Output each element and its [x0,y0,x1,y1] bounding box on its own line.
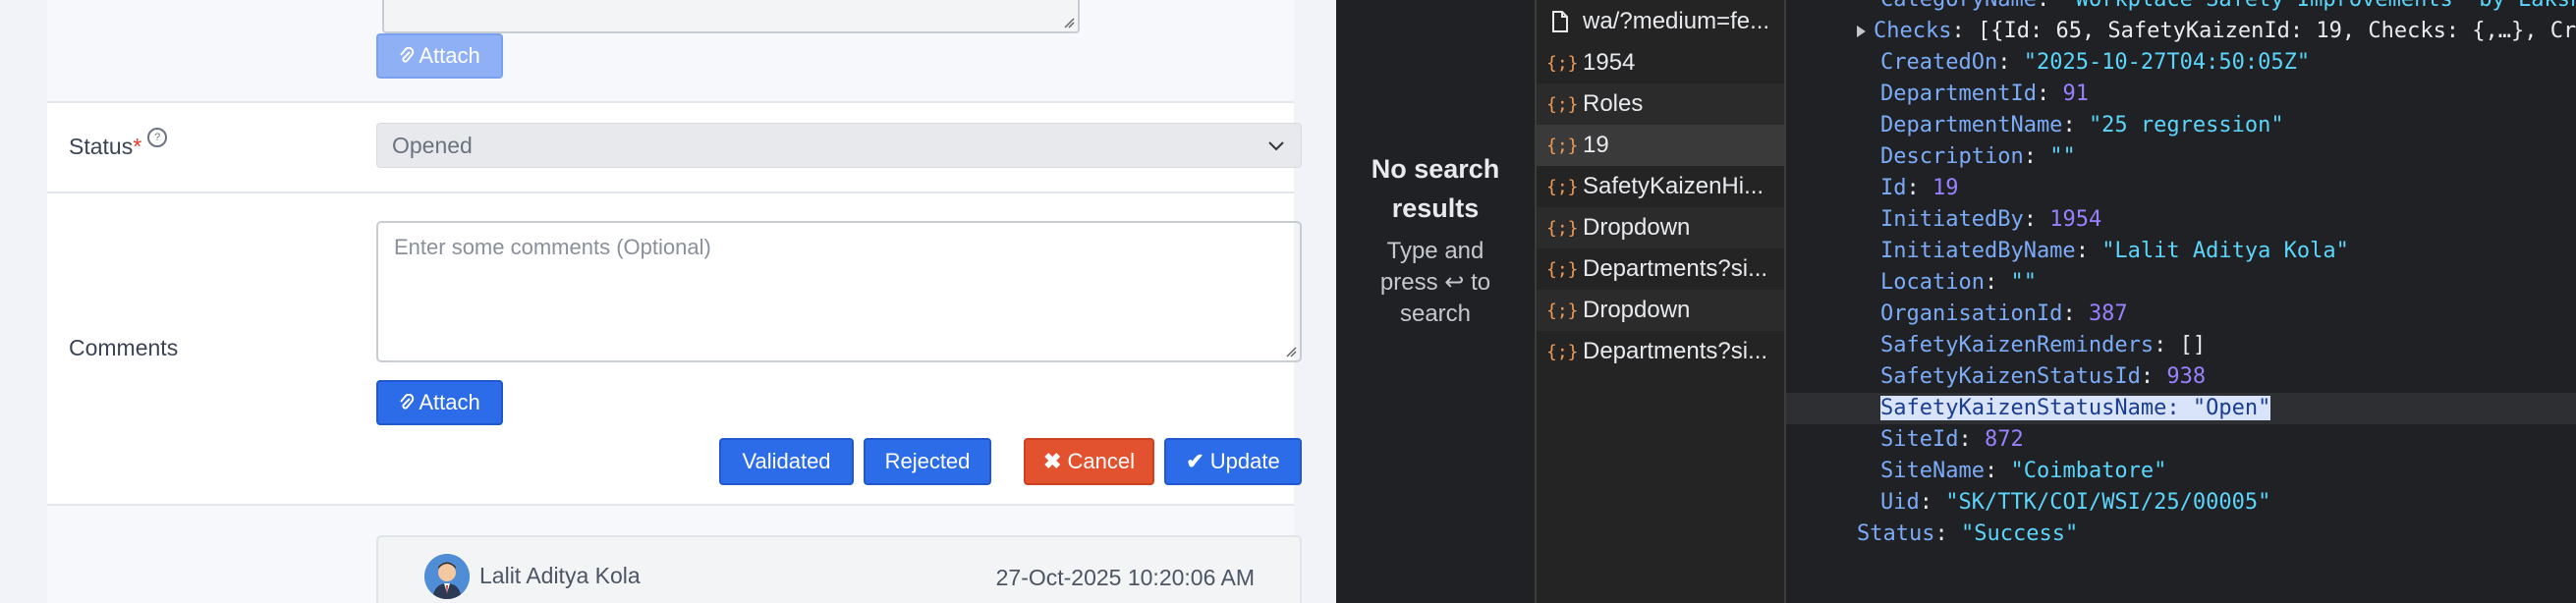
resize-grip-icon[interactable] [1063,17,1075,28]
comments-label: Comments [69,335,179,360]
json-line-checks[interactable]: Checks: [{Id: 65, SafetyKaizenId: 19, Ch… [1857,16,2576,47]
json-line: SafetyKaizenStatusId: 938 [1880,364,2207,389]
attach-label: Attach [419,390,480,414]
json-line: InitiatedBy: 1954 [1880,207,2102,232]
json-line: OrganisationId: 387 [1880,302,2128,326]
comment-card: Lalit Aditya Kola 27-Oct-2025 10:20:06 A… [376,535,1302,603]
json-line: DepartmentName: "25 regression" [1880,113,2284,137]
json-line: Location: "" [1880,270,2037,295]
avatar [424,554,470,599]
request-item-selected[interactable]: {;} 19 [1537,125,1784,166]
json-icon: {;} [1546,52,1579,74]
json-icon: {;} [1546,341,1579,362]
rejected-button[interactable]: Rejected [864,438,991,485]
json-line: CategoryName: "Workplace Safety Improvem… [1880,0,2576,16]
json-line: Id: 19 [1880,176,1959,200]
validated-button[interactable]: Validated [719,438,854,485]
request-item[interactable]: {;} Departments?si... [1537,248,1784,290]
attachment-section: Attach [47,0,1294,101]
json-line: SiteName: "Coimbatore" [1880,459,2167,483]
response-preview: CategoryName: "Workplace Safety Improvem… [1786,0,2576,603]
enter-key-icon: ↩ [1444,269,1465,296]
json-icon: {;} [1546,135,1579,156]
search-hint: Type and press ↩ to search [1379,238,1491,327]
json-line: Description: "" [1880,144,2076,169]
comment-timestamp: 27-Oct-2025 10:20:06 AM [995,565,1255,590]
required-mark: * [133,134,142,159]
update-label: Update [1209,449,1280,473]
resize-grip-icon[interactable] [1285,346,1297,357]
check-icon: ✔ [1186,449,1204,473]
request-item[interactable]: {;} SafetyKaizenHi... [1537,166,1784,207]
update-button[interactable]: ✔ Update [1164,438,1302,485]
divider [47,101,1294,103]
json-line: InitiatedByName: "Lalit Aditya Kola" [1880,239,2349,263]
json-line-status: Status: "Success" [1857,521,2079,546]
document-icon [1552,11,1568,32]
status-label: Status*? [69,128,168,160]
request-item[interactable]: {;} 1954 [1537,42,1784,83]
app-panel: Attach Status*? Opened Comments Enter so… [0,0,1336,603]
cancel-label: Cancel [1067,449,1135,473]
selected-text: SafetyKaizenStatusName: "Open" [1880,396,2271,420]
attach-button-disabled[interactable]: Attach [376,33,503,79]
request-item[interactable]: {;} Dropdown [1537,290,1784,331]
chevron-down-icon [1268,141,1284,151]
expand-triangle-icon[interactable] [1857,26,1866,37]
json-icon: {;} [1546,258,1579,280]
paperclip-icon [400,47,415,63]
request-item[interactable]: wa/?medium=fe... [1537,1,1784,42]
request-item[interactable]: {;} Departments?si... [1537,331,1784,372]
request-list: wa/?medium=fe... {;} 1954 {;} Roles {;} 19 … [1537,0,1786,603]
json-line: Uid: "SK/TTK/COI/WSI/25/00005" [1880,490,2271,515]
info-icon[interactable]: ? [147,128,168,147]
json-icon: {;} [1546,176,1579,197]
comments-placeholder: Enter some comments (Optional) [394,235,711,259]
comments-textarea[interactable]: Enter some comments (Optional) [376,221,1302,362]
attach-label: Attach [419,43,480,68]
status-selected-value: Opened [392,132,473,158]
divider [47,192,1294,193]
json-icon: {;} [1546,300,1579,321]
devtools-panel: No search results Type and press ↩ to se… [1336,0,2576,603]
attach-button[interactable]: Attach [376,380,503,425]
json-line: SafetyKaizenReminders: [] [1880,333,2207,357]
json-icon: {;} [1546,93,1579,115]
left-gutter [0,0,47,603]
json-line: SiteId: 872 [1880,427,2024,452]
previous-textarea[interactable] [382,0,1080,33]
json-line: CreatedOn: "2025-10-27T04:50:05Z" [1880,50,2311,75]
paperclip-icon [400,394,415,410]
comment-author: Lalit Aditya Kola [479,563,641,588]
cancel-button[interactable]: ✖ Cancel [1024,438,1154,485]
search-pane: No search results Type and press ↩ to se… [1336,0,1537,603]
json-icon: {;} [1546,217,1579,239]
request-item[interactable]: {;} Roles [1537,83,1784,125]
json-line: SafetyKaizenStatusName: "Open" [1880,393,2271,424]
request-item[interactable]: {;} Dropdown [1537,207,1784,248]
kaizen-form: Attach Status*? Opened Comments Enter so… [47,0,1302,603]
close-icon: ✖ [1043,449,1062,473]
status-select[interactable]: Opened [376,123,1302,168]
no-search-results: No search results [1371,154,1500,223]
json-line: DepartmentId: 91 [1880,82,2089,106]
